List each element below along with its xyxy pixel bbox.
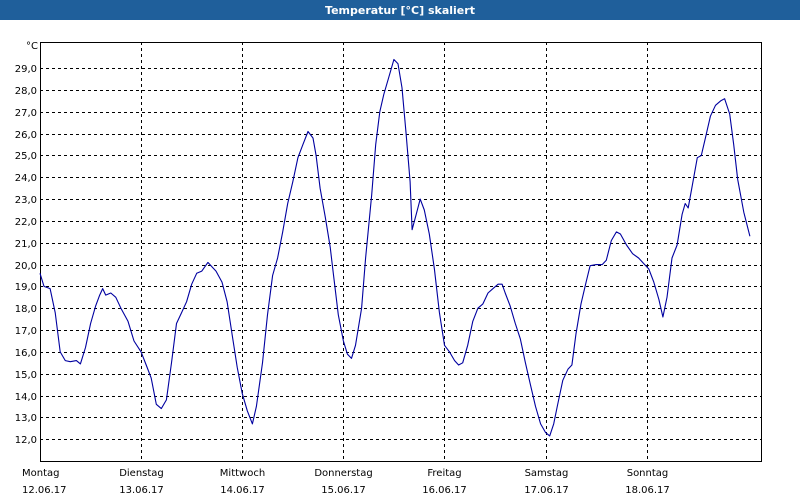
x-tick-date-label: 16.06.17 [422,485,467,496]
y-tick-label: 29,0 [15,64,37,75]
x-tick-date-label: 17.06.17 [524,485,569,496]
y-tick-label: 13,0 [15,413,37,424]
x-tick-day-label: Dienstag [119,468,164,479]
x-tick-date-label: 15.06.17 [321,485,366,496]
x-tick-day-label: Samstag [525,468,569,479]
chart-area: 12,0 13,0 14,0 15,0 16,0 17,0 18,0 19,0 20,0 21,0… [0,20,800,500]
x-tick-date-label: 18.06.17 [625,485,670,496]
x-tick-day-label: Montag [22,468,59,479]
y-tick-label: 12,0 [15,435,37,446]
y-tick-label: 21,0 [15,239,37,250]
x-tick-date-label: 12.06.17 [22,485,67,496]
y-tick-label: 26,0 [15,130,37,141]
y-axis-unit: °C [26,41,38,52]
chart-title-bar: Temperatur [°C] skaliert [0,0,800,20]
x-tick-date-label: 13.06.17 [119,485,164,496]
y-tick-label: 23,0 [15,195,37,206]
y-tick-label: 20,0 [15,261,37,272]
y-tick-label: 15,0 [15,370,37,381]
y-tick-label: 17,0 [15,326,37,337]
x-tick-day-label: Freitag [427,468,461,479]
plot-frame [40,42,762,462]
y-tick-label: 24,0 [15,173,37,184]
series-group [39,58,751,437]
x-tick-date-label: 14.06.17 [220,485,265,496]
y-tick-label: 19,0 [15,282,37,293]
y-tick-label: 16,0 [15,348,37,359]
x-tick-day-label: Sonntag [627,468,669,479]
temperature-series-line [39,58,751,437]
grid-lines [40,42,761,461]
y-tick-label: 28,0 [15,86,37,97]
y-tick-label: 22,0 [15,217,37,228]
y-tick-label: 18,0 [15,304,37,315]
y-tick-label: 14,0 [15,392,37,403]
y-tick-label: 25,0 [15,151,37,162]
x-axis-labels: Montag 12.06.17 Dienstag 13.06.17 Mittwoch 14… [22,468,670,496]
chart-title: Temperatur [°C] skaliert [325,3,475,17]
x-tick-day-label: Donnerstag [314,468,372,479]
y-axis-labels: 12,0 13,0 14,0 15,0 16,0 17,0 18,0 19,0 20,0 21,0… [15,64,37,446]
temperature-chart: 12,0 13,0 14,0 15,0 16,0 17,0 18,0 19,0 20,0 21,0… [15,41,762,496]
x-tick-day-label: Mittwoch [220,468,265,479]
y-tick-label: 27,0 [15,108,37,119]
